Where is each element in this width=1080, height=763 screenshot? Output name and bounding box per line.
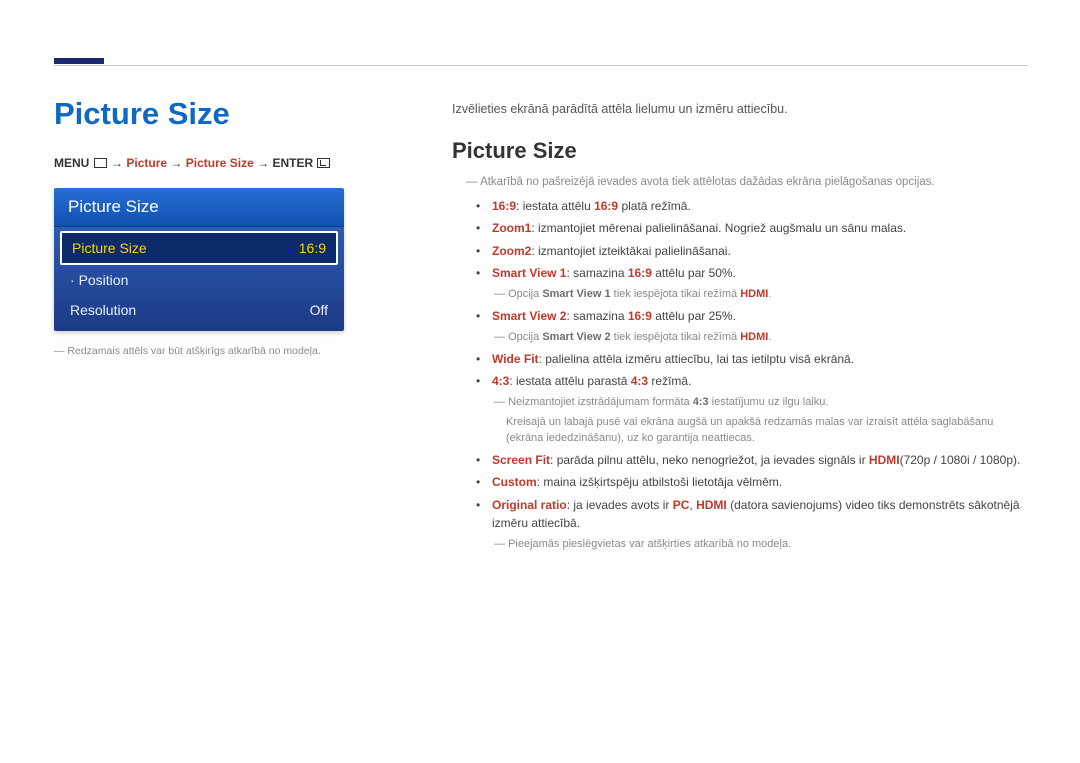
top-horizontal-rule <box>54 65 1028 66</box>
menu-path: MENU → Picture → Picture Size → ENTER <box>54 156 364 170</box>
osd-row-value: Off <box>310 302 328 318</box>
path-picture: Picture <box>126 156 167 170</box>
left-column: Picture Size MENU → Picture → Picture Si… <box>54 96 364 357</box>
osd-row-label: Position <box>70 272 128 288</box>
osd-row-value: 16:9 <box>299 240 326 256</box>
osd-row-resolution[interactable]: Resolution Off <box>60 295 338 325</box>
osd-row-position[interactable]: Position <box>60 265 338 295</box>
section-heading: Picture Size <box>452 138 1026 164</box>
top-accent-bar <box>54 58 104 64</box>
menu-label: MENU <box>54 156 89 170</box>
opt-16-9: 16:9: iestata attēlu 16:9 platā režīmā. <box>480 197 1026 216</box>
4-3-note-line1: Neizmantojiet izstrādājumam formāta 4:3 … <box>494 395 1026 411</box>
osd-row-label: Picture Size <box>72 240 147 256</box>
enter-icon <box>317 158 330 168</box>
arrow: → <box>111 156 126 170</box>
ports-note: Pieejamās pieslēgvietas var atšķirties a… <box>494 537 1026 553</box>
osd-header: Picture Size <box>54 188 344 227</box>
4-3-note-line2: Kreisajā un labajā pusē vai ekrāna augšā… <box>506 415 1026 447</box>
osd-row-picture-size[interactable]: Picture Size 16:9 <box>60 231 338 265</box>
opt-4-3: 4:3: iestata attēlu parastā 4:3 režīmā. <box>480 372 1026 391</box>
opt-smartview2: Smart View 2: samazina 16:9 attēlu par 2… <box>480 307 1026 326</box>
enter-label: ENTER <box>272 156 313 170</box>
page-title: Picture Size <box>54 96 364 132</box>
section-note: Atkarībā no pašreizējā ievades avota tie… <box>466 174 1026 191</box>
osd-panel: Picture Size Picture Size 16:9 Position … <box>54 188 344 331</box>
opt-widefit: Wide Fit: palielina attēla izmēru attiec… <box>480 350 1026 369</box>
opt-smartview1: Smart View 1: samazina 16:9 attēlu par 5… <box>480 264 1026 283</box>
arrow: → <box>257 156 272 170</box>
menu-icon <box>94 158 107 168</box>
smartview2-note: Opcija Smart View 2 tiek iespējota tikai… <box>494 330 1026 346</box>
opt-original-ratio: Original ratio: ja ievades avots ir PC, … <box>480 496 1026 533</box>
smartview1-note: Opcija Smart View 1 tiek iespējota tikai… <box>494 287 1026 303</box>
path-picture-size: Picture Size <box>186 156 254 170</box>
model-footnote: Redzamais attēls var būt atšķirīgs atkar… <box>54 345 364 357</box>
intro-text: Izvēlieties ekrānā parādītā attēla lielu… <box>452 102 1026 116</box>
right-column: Izvēlieties ekrānā parādītā attēla lielu… <box>452 102 1026 557</box>
opt-zoom2: Zoom2: izmantojiet izteiktākai palielinā… <box>480 242 1026 261</box>
options-list-cont: Smart View 2: samazina 16:9 attēlu par 2… <box>480 307 1026 326</box>
opt-screenfit: Screen Fit: parāda pilnu attēlu, neko ne… <box>480 451 1026 470</box>
opt-zoom1: Zoom1: izmantojiet mērenai palielināšana… <box>480 219 1026 238</box>
options-list-cont2: Wide Fit: palielina attēla izmēru attiec… <box>480 350 1026 391</box>
opt-custom: Custom: maina izšķirtspēju atbilstoši li… <box>480 473 1026 492</box>
osd-body: Picture Size 16:9 Position Resolution Of… <box>54 227 344 331</box>
osd-row-label: Resolution <box>70 302 136 318</box>
arrow: → <box>170 156 185 170</box>
options-list-cont3: Screen Fit: parāda pilnu attēlu, neko ne… <box>480 451 1026 533</box>
options-list: 16:9: iestata attēlu 16:9 platā režīmā. … <box>480 197 1026 283</box>
